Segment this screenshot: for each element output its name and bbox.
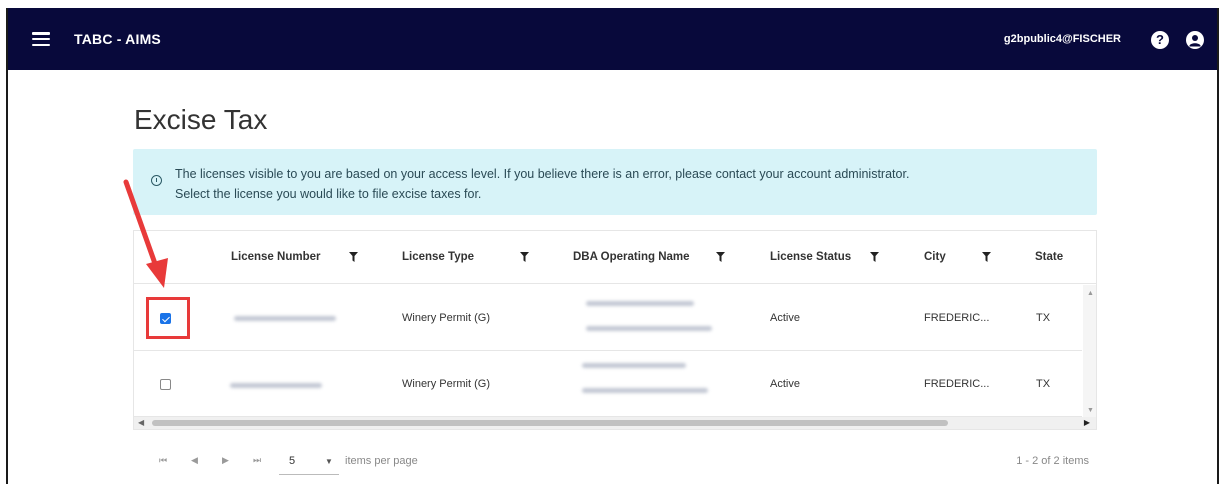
row-select-checkbox[interactable]: [160, 379, 171, 390]
app-title: TABC - AIMS: [74, 31, 161, 47]
filter-icon[interactable]: [982, 252, 991, 262]
scroll-down-arrow-icon[interactable]: ▼: [1087, 407, 1094, 414]
pager-range-info: 1 - 2 of 2 items: [1016, 455, 1089, 467]
info-line-1: The licenses visible to you are based on…: [175, 167, 910, 181]
license-type-cell: Winery Permit (G): [402, 378, 490, 390]
scroll-up-arrow-icon[interactable]: ▲: [1087, 290, 1094, 297]
items-per-page-label: items per page: [345, 455, 418, 467]
row-select-checkbox[interactable]: [160, 313, 171, 324]
top-navigation-bar: TABC - AIMS g2bpublic4@FISCHER ?: [8, 8, 1217, 70]
info-line-2: Select the license you would like to fil…: [175, 187, 482, 201]
filter-icon[interactable]: [520, 252, 529, 262]
first-page-icon[interactable]: ⏮: [159, 455, 167, 466]
column-header-city[interactable]: City: [924, 251, 946, 263]
redacted-license-number: [234, 316, 336, 321]
license-status-cell: Active: [770, 378, 800, 390]
license-status-cell: Active: [770, 312, 800, 324]
page-size-value: 5: [289, 455, 296, 467]
horizontal-scroll-thumb[interactable]: [152, 420, 948, 426]
account-user-icon[interactable]: [1186, 31, 1204, 49]
column-header-license-type[interactable]: License Type: [402, 251, 474, 263]
license-type-cell: Winery Permit (G): [402, 312, 490, 324]
vertical-scrollbar[interactable]: ▲ ▼: [1083, 285, 1096, 417]
chevron-down-icon: ▼: [325, 457, 333, 466]
annotation-arrow-icon: [123, 179, 168, 288]
redacted-dba-name: [586, 301, 694, 306]
pager: ⏮ ◀ ▶ ⏭ 5 ▼ items per page 1 - 2 of 2 it…: [133, 441, 1097, 481]
previous-page-icon[interactable]: ◀: [191, 455, 198, 466]
user-account-name[interactable]: g2bpublic4@FISCHER: [1004, 33, 1121, 45]
scroll-right-arrow-icon[interactable]: ▶: [1084, 418, 1090, 427]
licenses-grid: License Number License Type DBA Operatin…: [133, 230, 1097, 430]
redacted-license-number: [230, 383, 322, 388]
page-size-dropdown[interactable]: 5 ▼: [279, 445, 339, 475]
column-header-state[interactable]: State: [1035, 251, 1063, 263]
state-cell: TX: [1036, 378, 1051, 390]
info-banner: The licenses visible to you are based on…: [133, 149, 1097, 215]
filter-icon[interactable]: [716, 252, 725, 262]
next-page-icon[interactable]: ▶: [222, 455, 229, 466]
last-page-icon[interactable]: ⏭: [253, 455, 261, 466]
grid-header: License Number License Type DBA Operatin…: [134, 231, 1096, 284]
horizontal-scrollbar[interactable]: ◀ ▶: [134, 417, 1096, 429]
column-header-license-status[interactable]: License Status: [770, 251, 851, 263]
redacted-dba-name: [586, 326, 712, 331]
hamburger-menu-icon[interactable]: [32, 32, 50, 46]
city-cell: FREDERIC...: [924, 312, 990, 324]
table-row[interactable]: Winery Permit (G) Active FREDERIC... TX: [134, 285, 1082, 351]
redacted-dba-name: [582, 363, 686, 368]
redacted-dba-name: [582, 388, 708, 393]
table-row[interactable]: Winery Permit (G) Active FREDERIC... TX: [134, 351, 1082, 417]
info-text: The licenses visible to you are based on…: [175, 164, 909, 204]
state-cell: TX: [1036, 312, 1051, 324]
column-header-license-number[interactable]: License Number: [231, 251, 320, 263]
column-header-dba-operating-name[interactable]: DBA Operating Name: [573, 251, 690, 263]
page-title: Excise Tax: [134, 104, 268, 135]
help-icon[interactable]: ?: [1151, 31, 1169, 49]
city-cell: FREDERIC...: [924, 378, 990, 390]
filter-icon[interactable]: [349, 252, 358, 262]
scroll-left-arrow-icon[interactable]: ◀: [138, 418, 144, 427]
filter-icon[interactable]: [870, 252, 879, 262]
